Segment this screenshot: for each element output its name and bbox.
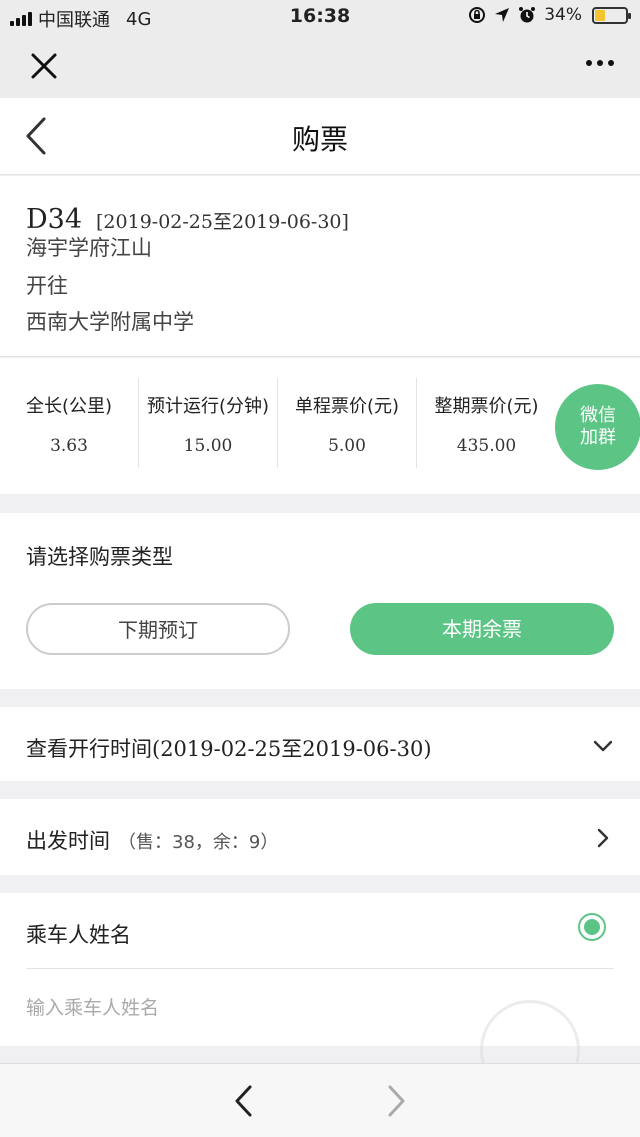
chevron-down-icon <box>593 740 613 752</box>
status-right: 34% <box>468 5 631 25</box>
passenger-label: 乘车人姓名 <box>26 923 131 947</box>
wechat-group-button[interactable]: 微信 加群 <box>555 384 640 470</box>
location-icon <box>495 8 510 22</box>
status-bar: 中国联通 4G 16:38 34% <box>0 0 640 34</box>
back-arrow-icon[interactable] <box>230 1084 258 1118</box>
ticket-type-label: 请选择购票类型 <box>26 545 173 569</box>
stat-period-fare: 整期票价(元) 435.00 <box>417 378 556 468</box>
departure-time-row[interactable]: 出发时间 （售：38，余：9） <box>0 799 640 875</box>
wechat-title-bar <box>0 34 640 98</box>
alarm-icon <box>519 7 536 23</box>
stat-label: 整期票价(元) <box>434 396 539 417</box>
wechat-group-line2: 加群 <box>580 427 616 448</box>
stat-value: 5.00 <box>328 436 366 456</box>
schedule-label-dates: (2019-02-25至2019-06-30) <box>152 737 432 761</box>
route-direction: 开往 <box>26 274 68 298</box>
next-period-booking-button[interactable]: 下期预订 <box>26 603 290 655</box>
departure-title: 出发时间 <box>26 829 110 853</box>
route-destination: 西南大学附属中学 <box>26 310 194 334</box>
route-stats: 全长(公里) 3.63 预计运行(分钟) 15.00 单程票价(元) 5.00 … <box>0 358 640 494</box>
route-heading: D34 [2019-02-25至2019-06-30] <box>26 204 349 235</box>
passenger-radio[interactable] <box>578 913 606 941</box>
stat-label: 全长(公里) <box>25 396 113 417</box>
route-period: [2019-02-25至2019-06-30] <box>96 211 349 233</box>
battery-fill <box>595 9 606 21</box>
schedule-label: 查看开行时间(2019-02-25至2019-06-30) <box>26 733 432 763</box>
rotation-lock-icon <box>469 7 486 23</box>
departure-label: 出发时间 （售：38，余：9） <box>26 825 278 855</box>
route-code: D34 <box>26 204 83 235</box>
stat-single-fare: 单程票价(元) 5.00 <box>278 378 417 468</box>
schedule-row[interactable]: 查看开行时间(2019-02-25至2019-06-30) <box>0 707 640 781</box>
battery-percent: 34% <box>544 5 582 25</box>
page-title: 购票 <box>291 123 348 156</box>
stat-value: 3.63 <box>50 436 88 456</box>
page-header: 购票 <box>0 98 640 175</box>
stat-label: 预计运行(分钟) <box>146 396 270 417</box>
more-icon[interactable] <box>586 60 614 66</box>
stat-value: 15.00 <box>183 436 233 456</box>
stat-duration: 预计运行(分钟) 15.00 <box>139 378 278 468</box>
wechat-group-line1: 微信 <box>580 405 616 426</box>
close-icon[interactable] <box>28 50 60 82</box>
stat-distance: 全长(公里) 3.63 <box>0 378 139 468</box>
forward-arrow-icon[interactable] <box>382 1084 410 1118</box>
stat-label: 单程票价(元) <box>294 396 400 417</box>
departure-sales: （售：38，余：9） <box>118 832 279 853</box>
schedule-label-prefix: 查看开行时间 <box>26 737 152 761</box>
ticket-type-section: 请选择购票类型 下期预订 本期余票 <box>0 513 640 689</box>
stat-value: 435.00 <box>456 436 517 456</box>
browser-bottom-bar <box>0 1063 640 1137</box>
route-origin: 海宇学府江山 <box>26 236 152 260</box>
chevron-right-icon <box>597 828 609 848</box>
battery-icon <box>592 6 631 24</box>
route-card: D34 [2019-02-25至2019-06-30] 海宇学府江山 开往 西南… <box>0 176 640 357</box>
current-period-tickets-button[interactable]: 本期余票 <box>350 603 614 655</box>
